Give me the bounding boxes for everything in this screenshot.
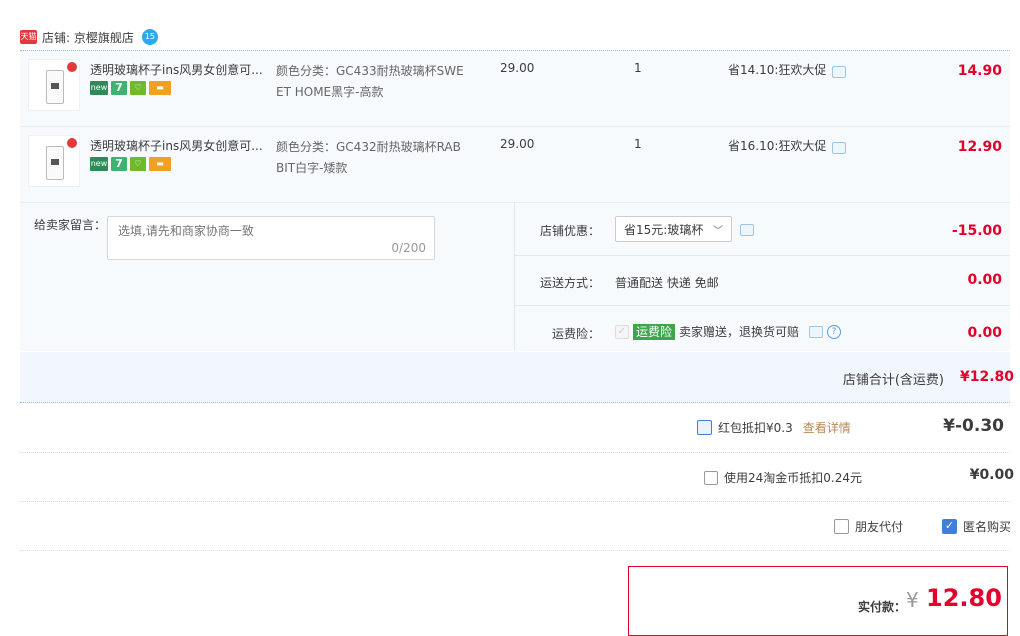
promotion: 省16.10:狂欢大促 <box>728 137 847 154</box>
seven-day-return-icon[interactable]: 7 <box>111 157 127 171</box>
red-packet-detail-link[interactable]: 查看详情 <box>803 419 851 436</box>
product-spec: 颜色分类：GC433耐热玻璃杯SWEET HOME黑字-高款 <box>276 64 464 99</box>
char-counter: 0/200 <box>391 241 426 255</box>
remark-label: 给卖家留言： <box>34 218 107 232</box>
shop-discount-label: 店铺优惠： <box>540 224 601 238</box>
service-icons: new 7 ♡ ▬ <box>90 157 171 171</box>
coins-checkbox[interactable] <box>704 470 718 485</box>
red-packet-value: ¥-0.30 <box>943 416 1004 436</box>
shop-coupon-select[interactable]: 省15元:玻璃杯 ﹀ <box>615 216 732 242</box>
item-total: 14.90 <box>957 63 1002 79</box>
divider <box>515 255 1010 256</box>
friend-pay-option: 朋友代付 <box>834 518 903 535</box>
comment-icon[interactable] <box>809 325 824 338</box>
red-packet-option: 红包抵扣¥0.3 查看详情 <box>697 419 851 436</box>
divider <box>20 452 1010 453</box>
new-icon[interactable]: new <box>90 157 108 171</box>
promotion: 省14.10:狂欢大促 <box>728 61 847 78</box>
shop-discount-value: -15.00 <box>951 223 1002 239</box>
divider <box>515 305 1010 306</box>
insurance-value: 0.00 <box>967 325 1002 341</box>
product-title[interactable]: 透明玻璃杯子ins风男女创意可... <box>90 137 270 154</box>
shop-header: 天猫 店铺: 京樱旗舰店 15 <box>20 28 158 46</box>
order-item-row: 透明玻璃杯子ins风男女创意可... new 7 ♡ ▬ 颜色分类：GC432耐… <box>20 127 1010 203</box>
payment-label: 实付款： <box>858 600 907 614</box>
insurance-desc: 卖家赠送，退换货可赔 <box>679 325 800 339</box>
coupon-selected: 省15元:玻璃杯 <box>624 222 704 237</box>
red-packet-checkbox[interactable] <box>697 420 712 435</box>
anonymous-option: ✓ 匿名购买 <box>942 518 1011 535</box>
unit-price: 29.00 <box>500 137 535 151</box>
payment-amount: 12.80 <box>926 584 1002 612</box>
product-thumbnail[interactable] <box>28 135 80 187</box>
friend-pay-checkbox[interactable] <box>834 519 849 534</box>
shop-total-label: 店铺合计(含运费) <box>842 373 944 388</box>
credit-card-icon[interactable]: ▬ <box>149 81 171 95</box>
tmall-icon: 天猫 <box>20 30 37 44</box>
divider <box>20 402 1010 403</box>
help-icon[interactable]: ? <box>827 324 842 339</box>
coins-option: 使用24淘金币抵扣0.24元 <box>704 469 862 486</box>
shopping-bag-icon[interactable]: ♡ <box>130 157 146 171</box>
credit-card-icon[interactable]: ▬ <box>149 157 171 171</box>
anonymous-checkbox[interactable]: ✓ <box>942 519 957 534</box>
product-thumbnail[interactable] <box>28 59 80 111</box>
product-title[interactable]: 透明玻璃杯子ins风男女创意可... <box>90 61 270 78</box>
shopping-bag-icon[interactable]: ♡ <box>130 81 146 95</box>
quantity: 1 <box>634 137 642 151</box>
payment-currency: ¥ <box>906 588 919 612</box>
divider <box>20 501 1010 502</box>
friend-pay-label: 朋友代付 <box>855 520 904 534</box>
shipping-method: 普通配送 快递 免邮 <box>615 276 719 290</box>
anonymous-label: 匿名购买 <box>963 520 1012 534</box>
new-icon[interactable]: new <box>90 81 108 95</box>
insurance-tag: 运费险 <box>633 323 676 340</box>
shipping-label: 运送方式： <box>540 276 601 290</box>
product-spec: 颜色分类：GC432耐热玻璃杯RABBIT白字-矮款 <box>276 140 461 175</box>
comment-icon[interactable] <box>740 224 754 236</box>
coins-value: ¥0.00 <box>969 467 1014 483</box>
wangwang-chat-icon[interactable]: 15 <box>141 29 158 45</box>
divider <box>20 550 1010 551</box>
insurance-label: 运费险： <box>552 327 601 341</box>
coins-label: 使用24淘金币抵扣0.24元 <box>724 471 862 485</box>
shop-total-value: ¥12.80 <box>959 369 1014 385</box>
shop-name[interactable]: 店铺: 京樱旗舰店 <box>42 29 134 46</box>
quantity: 1 <box>634 61 642 75</box>
seller-message-input[interactable] <box>108 217 434 259</box>
service-icons: new 7 ♡ ▬ <box>90 81 171 95</box>
comment-icon[interactable] <box>832 141 847 154</box>
chevron-down-icon: ﹀ <box>713 226 723 237</box>
insurance-option: ✓ 运费险 卖家赠送，退换货可赔 ? <box>615 323 842 340</box>
insurance-checkbox[interactable]: ✓ <box>615 324 629 339</box>
shipping-value: 0.00 <box>967 272 1002 288</box>
promotion-text: 省16.10:狂欢大促 <box>728 139 827 153</box>
red-packet-label: 红包抵扣¥0.3 <box>718 421 793 435</box>
unit-price: 29.00 <box>500 61 535 75</box>
remark-box: 0/200 <box>107 216 435 260</box>
comment-icon[interactable] <box>832 65 847 78</box>
item-total: 12.90 <box>957 139 1002 155</box>
seven-day-return-icon[interactable]: 7 <box>111 81 127 95</box>
order-item-row: 透明玻璃杯子ins风男女创意可... new 7 ♡ ▬ 颜色分类：GC433耐… <box>20 51 1010 127</box>
promotion-text: 省14.10:狂欢大促 <box>728 63 827 77</box>
divider <box>514 203 515 351</box>
